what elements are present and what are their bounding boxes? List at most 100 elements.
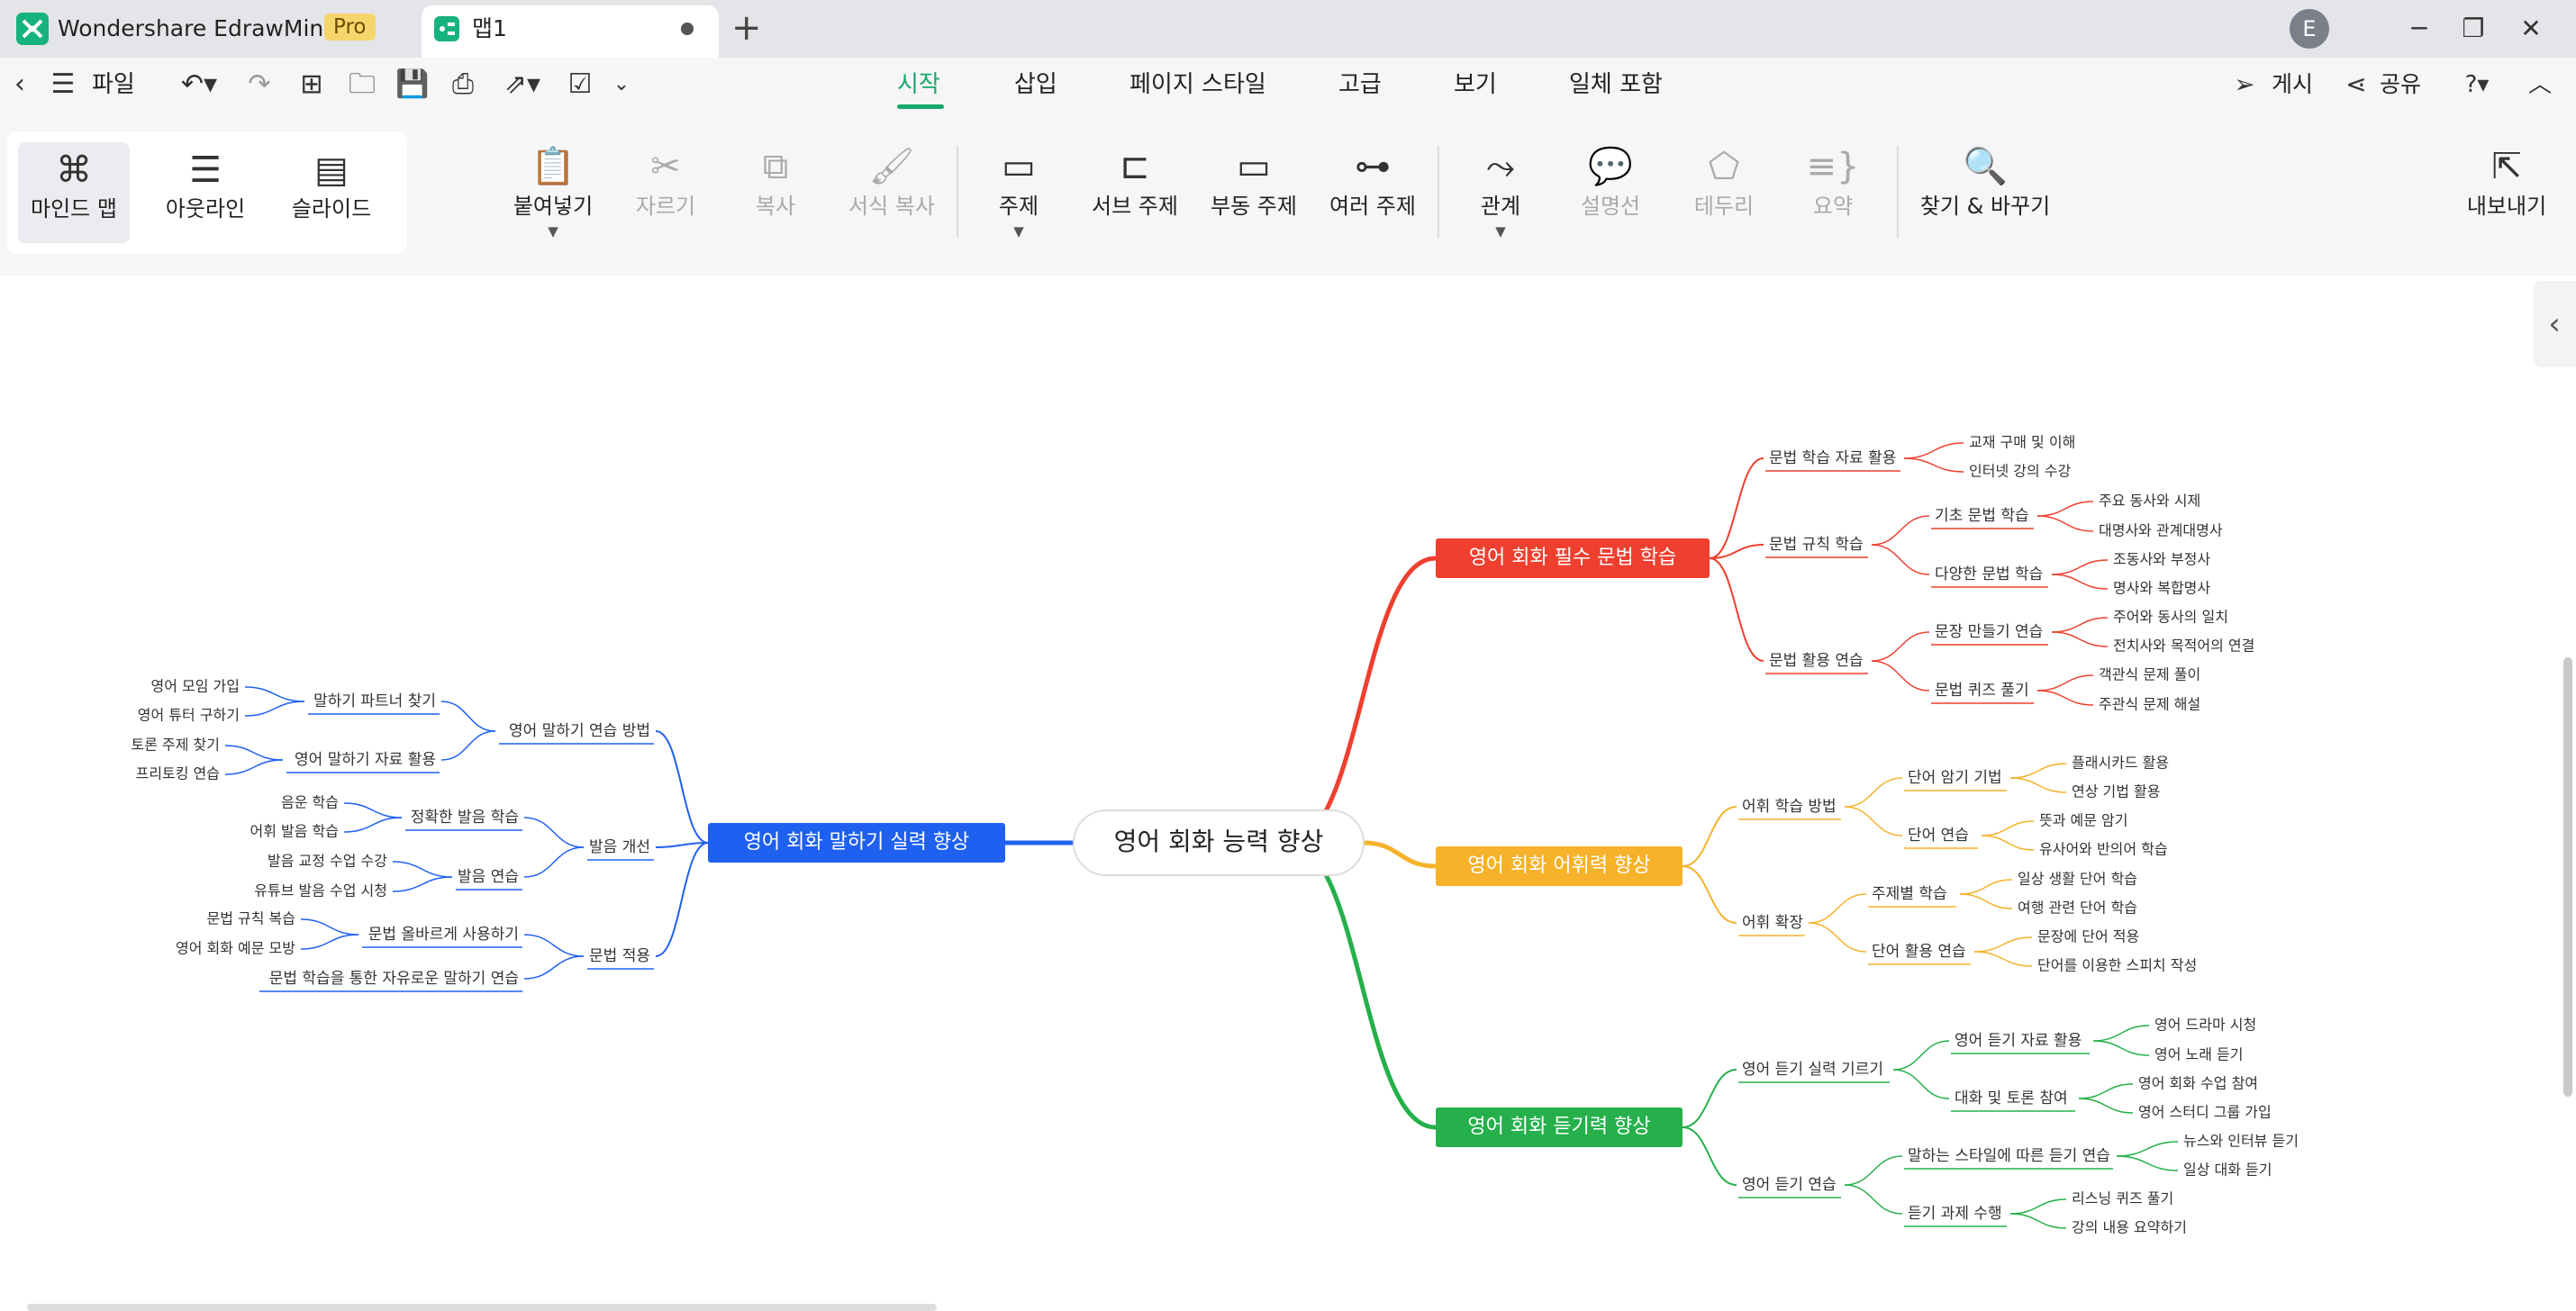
- leaf-topic[interactable]: 발음 교정 수업 수강: [268, 853, 387, 870]
- leaf-topic[interactable]: 강의 내용 요약하기: [2072, 1219, 2187, 1236]
- callout-button[interactable]: 💬 설명선: [1565, 144, 1655, 223]
- subtopic[interactable]: 문법 퀴즈 풀기: [1935, 682, 2029, 700]
- relationship-dropdown-icon[interactable]: ▼: [1457, 223, 1544, 240]
- leaf-topic[interactable]: 프리토킹 연습: [136, 765, 220, 782]
- main-topic-listening-label[interactable]: 영어 회화 듣기력 향상: [1467, 1116, 1650, 1138]
- subtopic[interactable]: 어휘 확장: [1742, 914, 1803, 932]
- share-button[interactable]: 공유: [2380, 68, 2421, 101]
- file-menu[interactable]: 파일: [92, 68, 135, 101]
- open-folder-icon[interactable]: 🗀: [344, 65, 380, 104]
- avatar[interactable]: E: [2290, 9, 2329, 49]
- leaf-topic[interactable]: 교재 구매 및 이해: [1969, 434, 2075, 451]
- undo-icon[interactable]: ↶▾: [177, 65, 222, 104]
- leaf-topic[interactable]: 명사와 복합명사: [2113, 580, 2210, 597]
- tab-view[interactable]: 보기: [1454, 68, 1497, 101]
- restore-icon[interactable]: ❐: [2446, 9, 2500, 49]
- leaf-topic[interactable]: 객관식 문제 풀이: [2099, 666, 2200, 683]
- topic-dropdown-icon[interactable]: ▼: [978, 223, 1059, 240]
- tab-insert[interactable]: 삽입: [1014, 68, 1057, 101]
- subtopic[interactable]: 문법 규칙 학습: [1769, 536, 1864, 554]
- leaf-topic[interactable]: 주요 동사와 시제: [2099, 493, 2200, 510]
- outline-view-button[interactable]: ☰ 아웃라인: [150, 142, 261, 243]
- format-painter-button[interactable]: 🖌 서식 복사: [838, 144, 946, 223]
- mindmap-view-button[interactable]: ⌘ 마인드 맵: [18, 142, 130, 243]
- leaf-topic[interactable]: 뉴스와 인터뷰 듣기: [2183, 1133, 2299, 1150]
- print-icon[interactable]: ⎙: [445, 65, 481, 104]
- leaf-topic[interactable]: 연상 기법 활용: [2072, 783, 2161, 800]
- paste-dropdown-icon[interactable]: ▼: [501, 223, 605, 240]
- subtopic[interactable]: 영어 듣기 실력 기르기: [1742, 1061, 1883, 1079]
- new-tab-icon[interactable]: +: [731, 7, 762, 49]
- copy-button[interactable]: ⧉ 복사: [735, 144, 816, 223]
- multiple-topics-button[interactable]: ⊶ 여러 주제: [1319, 144, 1427, 223]
- leaf-topic[interactable]: 영어 회화 수업 참여: [2138, 1075, 2258, 1092]
- paste-button[interactable]: 📋 붙여넣기 ▼: [501, 144, 605, 240]
- back-icon[interactable]: ‹: [4, 65, 36, 104]
- subtopic[interactable]: 어휘 학습 방법: [1742, 798, 1837, 816]
- subtopic[interactable]: 문법 올바르게 사용하기: [368, 926, 519, 944]
- checkbox-icon[interactable]: ☑: [562, 65, 598, 104]
- pro-badge[interactable]: Pro: [324, 14, 376, 41]
- find-replace-button[interactable]: 🔍 찾기 & 바꾸기: [1913, 144, 2057, 223]
- vertical-scrollbar[interactable]: [2563, 657, 2572, 1097]
- help-icon[interactable]: ?▾: [2452, 65, 2502, 104]
- horizontal-scrollbar[interactable]: [27, 1304, 937, 1311]
- leaf-topic[interactable]: 여행 관련 단어 학습: [2018, 900, 2137, 917]
- leaf-topic[interactable]: 리스닝 퀴즈 풀기: [2072, 1190, 2173, 1207]
- subtopic[interactable]: 영어 듣기 자료 활용: [1955, 1032, 2082, 1050]
- document-tab[interactable]: [422, 5, 719, 58]
- leaf-topic[interactable]: 문법 규칙 복습: [207, 910, 296, 927]
- leaf-topic[interactable]: 영어 회화 예문 모방: [176, 940, 295, 957]
- more-chevron-down-icon[interactable]: ⌄: [609, 65, 634, 104]
- leaf-topic[interactable]: 어휘 발음 학습: [250, 823, 340, 840]
- export-menu-icon[interactable]: ⇗▾: [497, 65, 548, 104]
- save-icon[interactable]: 💾: [395, 65, 431, 104]
- collapse-ribbon-icon[interactable]: ︿: [2522, 65, 2558, 104]
- subtopic-button[interactable]: ⊏ 서브 주제: [1081, 144, 1189, 223]
- subtopic[interactable]: 문법 활용 연습: [1769, 652, 1864, 670]
- leaf-topic[interactable]: 영어 노래 듣기: [2154, 1046, 2244, 1063]
- subtopic[interactable]: 영어 말하기 자료 활용: [295, 751, 436, 769]
- tab-home[interactable]: 시작: [897, 68, 940, 101]
- tab-page-style[interactable]: 페이지 스타일: [1129, 68, 1266, 101]
- topic-button[interactable]: ▭ 주제 ▼: [978, 144, 1059, 240]
- side-panel-toggle-icon[interactable]: ‹: [2533, 281, 2576, 367]
- publish-button[interactable]: 게시: [2272, 68, 2313, 101]
- subtopic[interactable]: 영어 듣기 연습: [1742, 1176, 1837, 1194]
- leaf-topic[interactable]: 토론 주제 찾기: [132, 737, 221, 754]
- tab-advanced[interactable]: 고급: [1338, 68, 1382, 101]
- subtopic[interactable]: 단어 암기 기법: [1908, 769, 2002, 787]
- subtopic[interactable]: 주제별 학습: [1872, 885, 1947, 903]
- leaf-topic[interactable]: 조동사와 부정사: [2113, 551, 2210, 568]
- relationship-button[interactable]: ⤳ 관계 ▼: [1457, 144, 1544, 240]
- tab-ai[interactable]: 일체 포함: [1569, 68, 1663, 101]
- subtopic[interactable]: 듣기 과제 수행: [1908, 1205, 2002, 1223]
- slide-view-button[interactable]: ▤ 슬라이드: [276, 142, 387, 243]
- leaf-topic[interactable]: 인터넷 강의 수강: [1969, 463, 2071, 480]
- leaf-topic[interactable]: 문장에 단어 적용: [2037, 928, 2139, 945]
- main-topic-speaking-label[interactable]: 영어 회화 말하기 실력 향상: [744, 831, 970, 854]
- boundary-button[interactable]: ⬠ 테두리: [1679, 144, 1769, 223]
- leaf-topic[interactable]: 단어를 이용한 스피치 작성: [2037, 957, 2197, 974]
- leaf-topic[interactable]: 영어 드라마 시청: [2154, 1017, 2256, 1034]
- leaf-topic[interactable]: 뜻과 예문 암기: [2039, 812, 2128, 829]
- subtopic[interactable]: 말하는 스타일에 따른 듣기 연습: [1908, 1147, 2110, 1165]
- subtopic[interactable]: 대화 및 토론 참여: [1955, 1089, 2068, 1108]
- share-icon[interactable]: ⋖: [2338, 65, 2374, 104]
- leaf-topic[interactable]: 일상 생활 단어 학습: [2018, 871, 2137, 888]
- cut-button[interactable]: ✂ 자르기: [625, 144, 706, 223]
- publish-icon[interactable]: ➢: [2227, 65, 2263, 104]
- main-topic-vocab-label[interactable]: 영어 회화 어휘력 향상: [1467, 854, 1650, 877]
- minimize-icon[interactable]: ─: [2392, 9, 2446, 49]
- leaf-topic[interactable]: 주어와 동사의 일치: [2113, 609, 2228, 626]
- subtopic[interactable]: 다양한 문법 학습: [1935, 565, 2043, 583]
- central-topic-label[interactable]: 영어 회화 능력 향상: [1114, 827, 1324, 856]
- subtopic[interactable]: 단어 활용 연습: [1872, 943, 1966, 961]
- subtopic[interactable]: 문법 적용: [589, 947, 650, 965]
- leaf-topic[interactable]: 영어 튜터 구하기: [138, 707, 240, 724]
- subtopic[interactable]: 정확한 발음 학습: [411, 809, 519, 827]
- subtopic[interactable]: 영어 말하기 연습 방법: [509, 722, 650, 740]
- subtopic[interactable]: 단어 연습: [1908, 827, 1969, 845]
- new-file-icon[interactable]: ⊞: [294, 65, 330, 104]
- export-button[interactable]: ⇱ 내보내기: [2457, 144, 2556, 223]
